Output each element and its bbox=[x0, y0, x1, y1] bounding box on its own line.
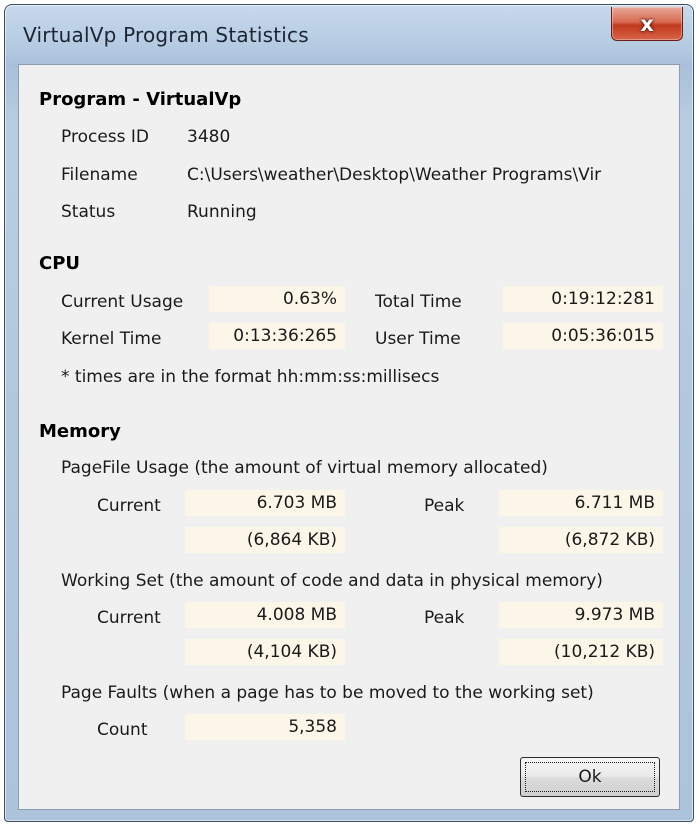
process-id-label: Process ID bbox=[61, 127, 149, 147]
pagefile-current-mb: 6.703 MB bbox=[185, 490, 345, 516]
working-set-description: Working Set (the amount of code and data… bbox=[61, 571, 603, 591]
pagefile-current-kb: (6,864 KB) bbox=[185, 527, 345, 553]
working-set-peak-label: Peak bbox=[424, 608, 465, 628]
pagefile-current-label: Current bbox=[97, 496, 161, 516]
total-time-label: Total Time bbox=[375, 292, 462, 312]
working-set-current-label: Current bbox=[97, 608, 161, 628]
pagefile-peak-kb: (6,872 KB) bbox=[499, 527, 663, 553]
working-set-current-kb: (4,104 KB) bbox=[185, 639, 345, 665]
pagefile-description: PageFile Usage (the amount of virtual me… bbox=[61, 458, 548, 478]
current-usage-value: 0.63% bbox=[209, 286, 345, 312]
program-heading: Program - VirtualVp bbox=[39, 89, 242, 110]
pagefile-peak-mb: 6.711 MB bbox=[499, 490, 663, 516]
memory-heading: Memory bbox=[39, 421, 121, 442]
pagefile-peak-label: Peak bbox=[424, 496, 465, 516]
page-faults-description: Page Faults (when a page has to be moved… bbox=[61, 683, 594, 703]
dialog-body: Program - VirtualVp Process ID 3480 File… bbox=[18, 64, 680, 810]
total-time-value: 0:19:12:281 bbox=[503, 286, 663, 312]
working-set-current-mb: 4.008 MB bbox=[185, 602, 345, 628]
kernel-time-label: Kernel Time bbox=[61, 329, 162, 349]
time-format-note: * times are in the format hh:mm:ss:milli… bbox=[61, 367, 440, 387]
working-set-peak-mb: 9.973 MB bbox=[499, 602, 663, 628]
user-time-value: 0:05:36:015 bbox=[503, 323, 663, 349]
window-title: VirtualVp Program Statistics bbox=[23, 23, 309, 47]
cpu-heading: CPU bbox=[39, 253, 81, 274]
kernel-time-value: 0:13:36:265 bbox=[209, 323, 345, 349]
process-id-value: 3480 bbox=[187, 127, 231, 147]
close-icon: x bbox=[640, 11, 654, 36]
working-set-peak-kb: (10,212 KB) bbox=[499, 639, 663, 665]
filename-value: C:\Users\weather\Desktop\Weather Program… bbox=[187, 165, 602, 185]
close-button[interactable]: x bbox=[611, 7, 683, 41]
ok-button[interactable]: Ok bbox=[520, 757, 660, 797]
status-value: Running bbox=[187, 202, 257, 222]
dialog-window: VirtualVp Program Statistics x Program -… bbox=[4, 4, 694, 822]
user-time-label: User Time bbox=[375, 329, 461, 349]
status-label: Status bbox=[61, 202, 116, 222]
ok-button-label: Ok bbox=[578, 767, 602, 787]
title-bar[interactable]: VirtualVp Program Statistics x bbox=[5, 5, 693, 63]
current-usage-label: Current Usage bbox=[61, 292, 184, 312]
page-faults-count-value: 5,358 bbox=[185, 714, 345, 740]
filename-label: Filename bbox=[61, 165, 138, 185]
page-faults-count-label: Count bbox=[97, 720, 148, 740]
